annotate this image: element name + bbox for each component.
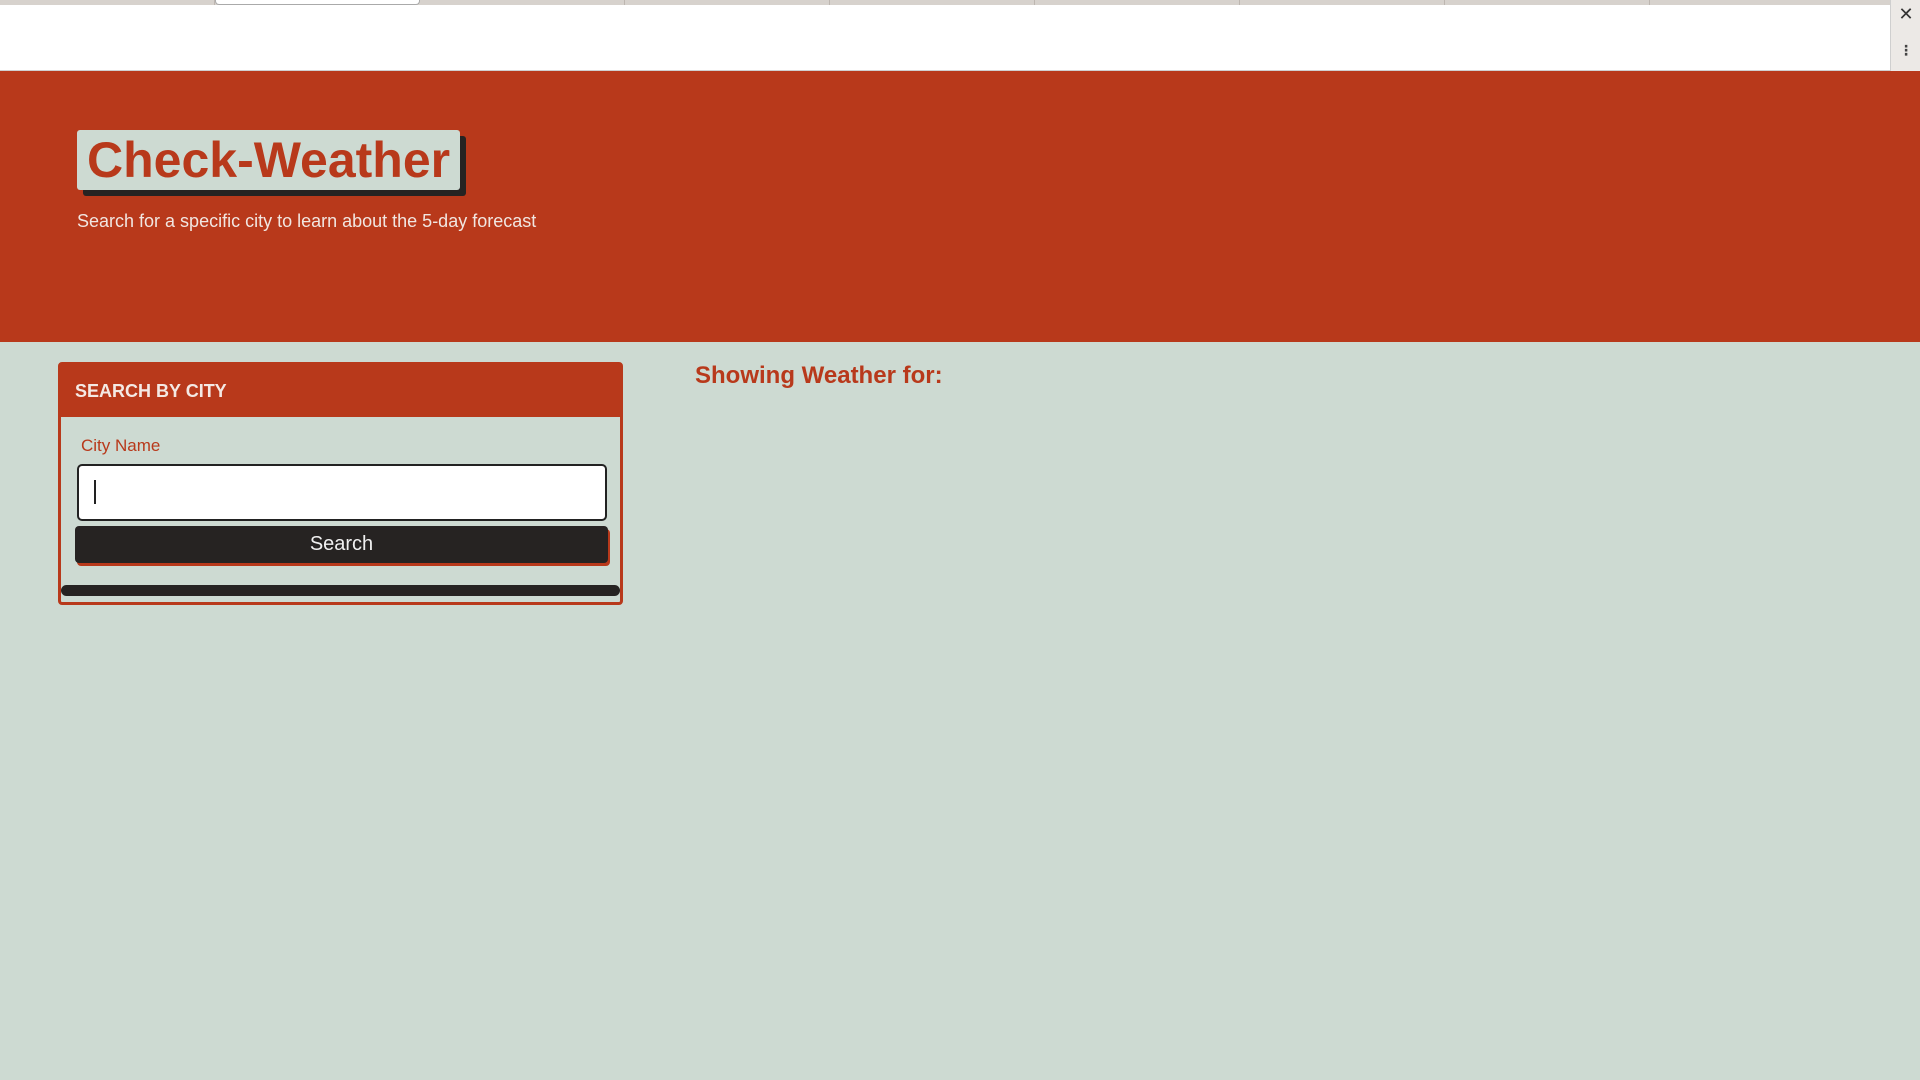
search-button[interactable]: Search — [75, 526, 608, 563]
city-name-input[interactable] — [77, 464, 607, 521]
search-card: SEARCH BY CITY City Name Search — [58, 362, 623, 605]
app-title: Check-Weather — [77, 130, 461, 190]
menu-kebab-icon[interactable]: ⋮ — [1891, 42, 1920, 58]
text-caret — [94, 480, 96, 504]
hero-banner: Check-Weather Search for a specific city… — [0, 71, 1920, 342]
results-heading: Showing Weather for: — [695, 362, 943, 389]
app-tagline: Search for a specific city to learn abou… — [77, 211, 537, 231]
window-controls: ✕ ⋮ — [1890, 0, 1920, 71]
city-name-label: City Name — [81, 436, 161, 455]
search-card-title: SEARCH BY CITY — [61, 365, 620, 417]
search-history-bar — [61, 585, 620, 596]
close-icon[interactable]: ✕ — [1891, 4, 1920, 24]
browser-top-bar — [0, 5, 1890, 71]
